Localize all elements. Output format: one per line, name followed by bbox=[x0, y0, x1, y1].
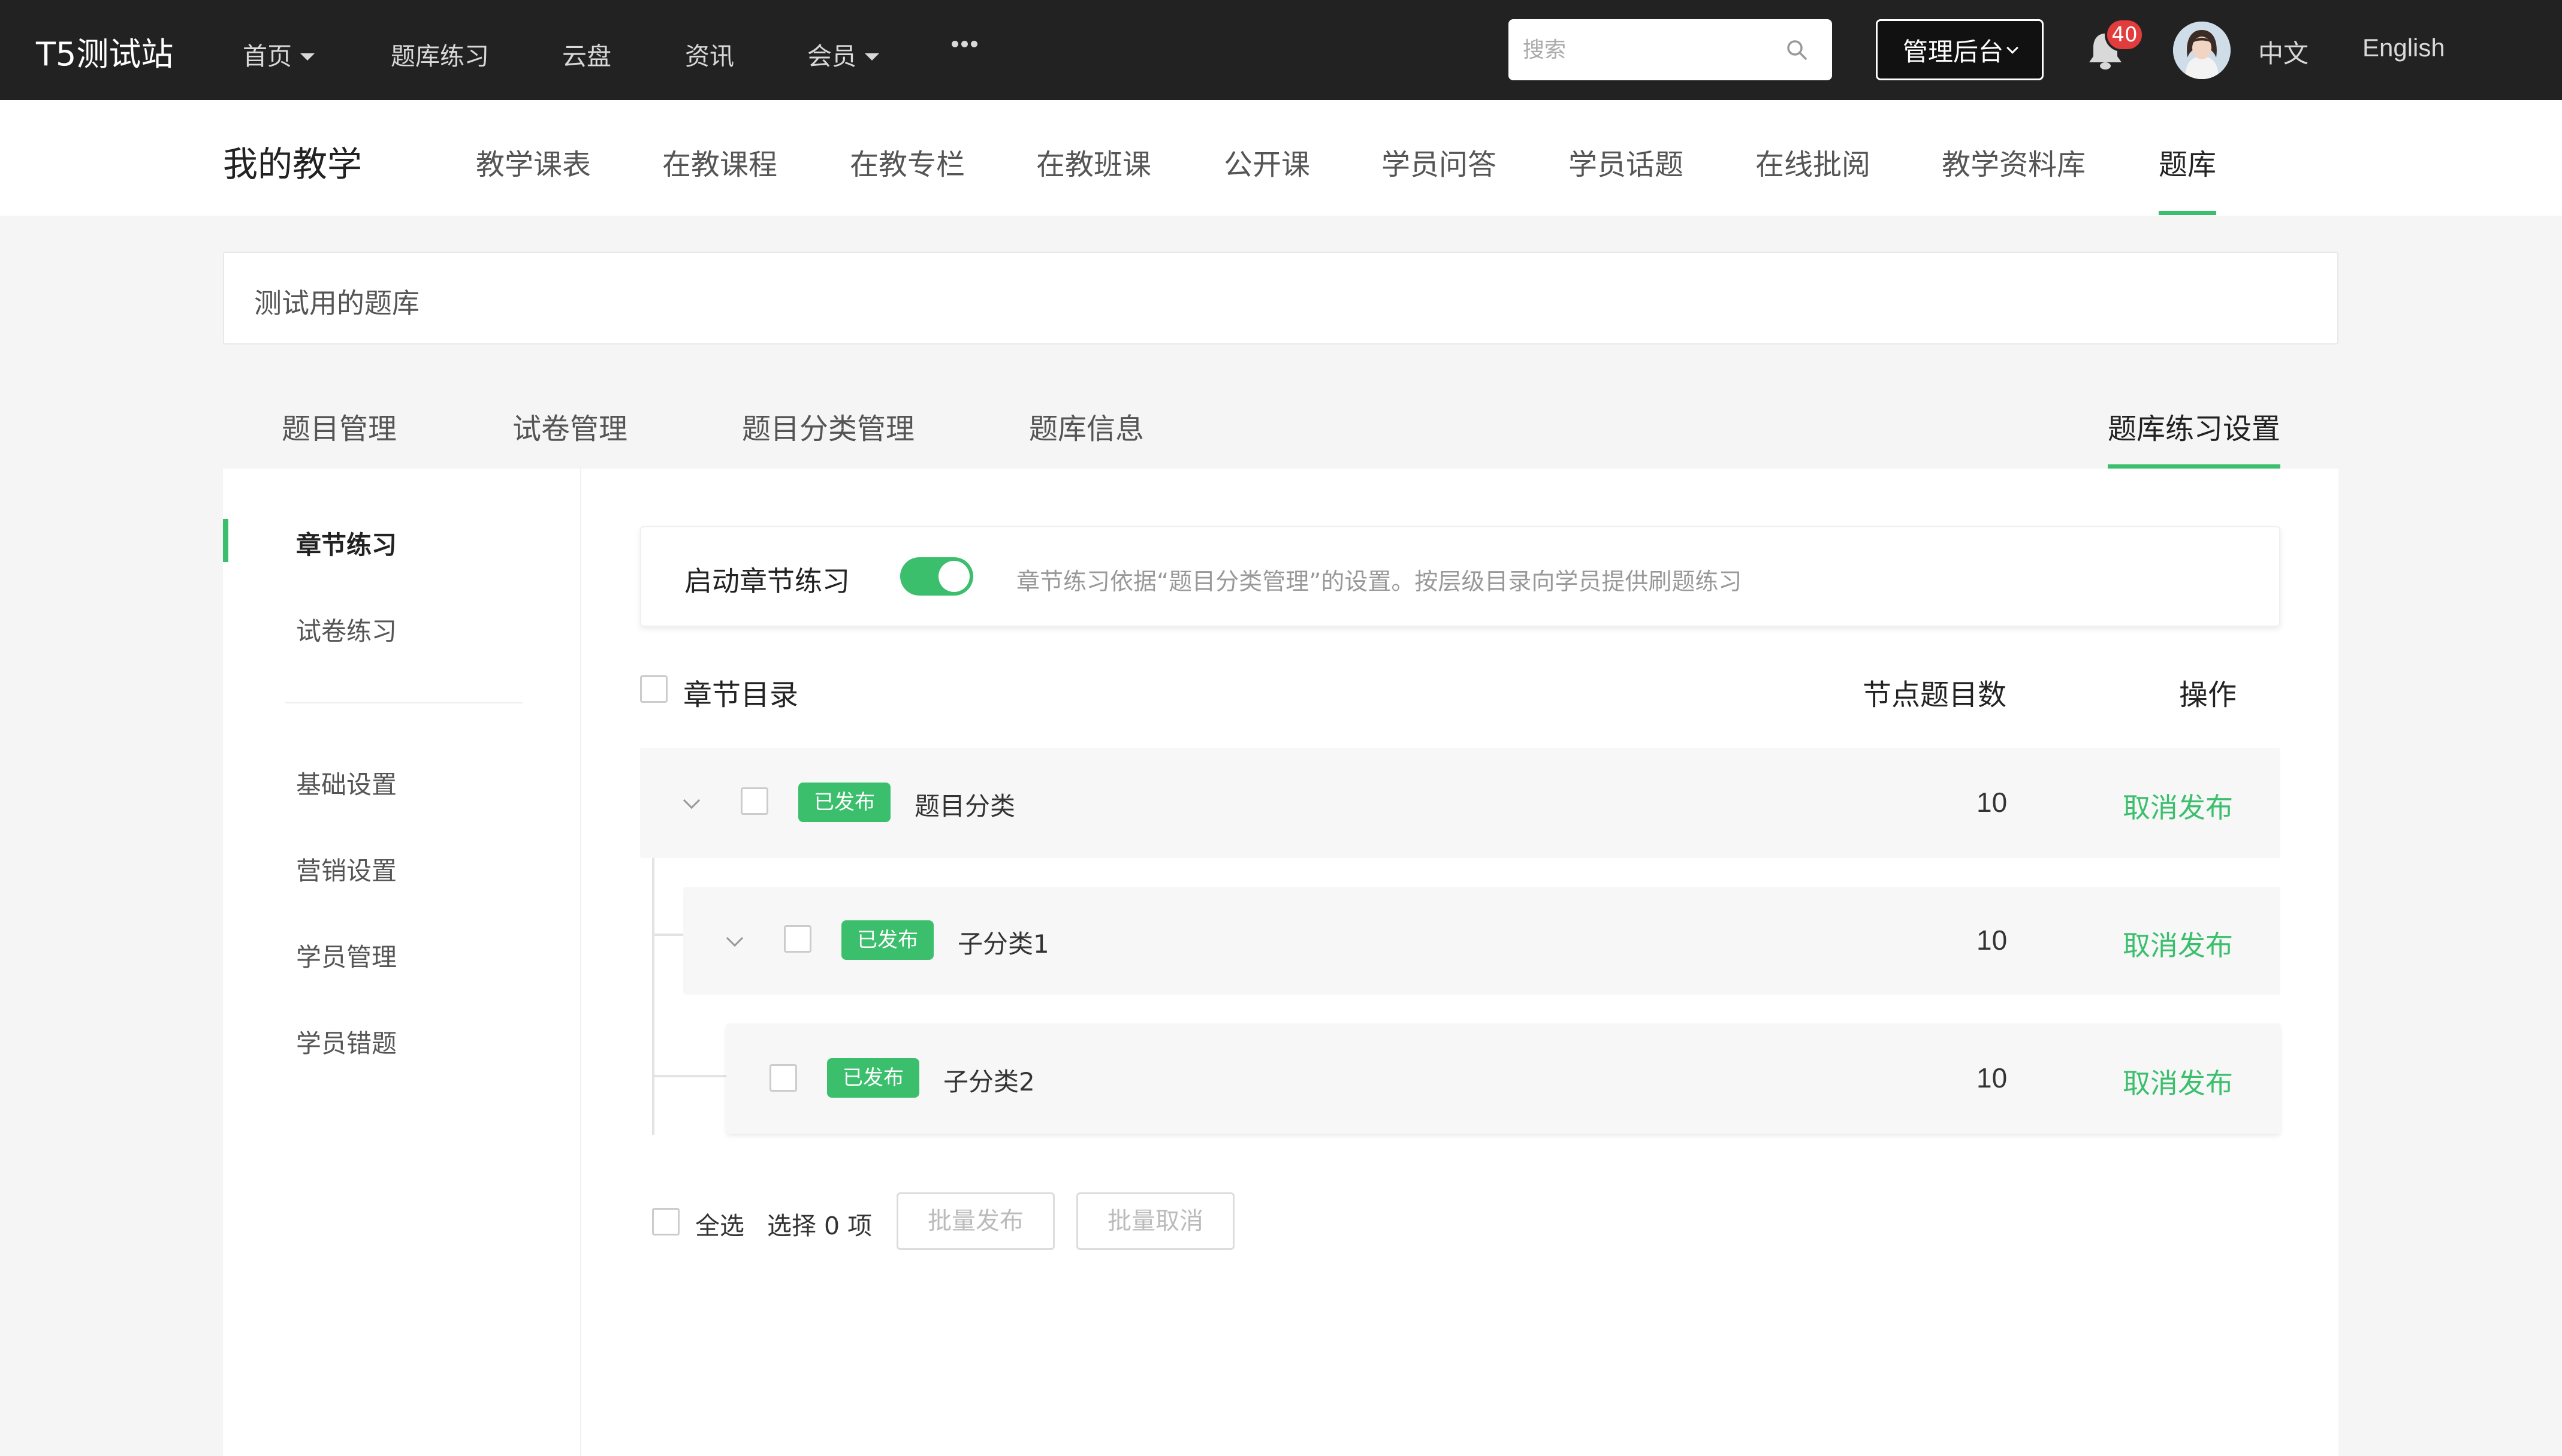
batch-cancel-button[interactable]: 批量取消 bbox=[1076, 1192, 1235, 1250]
sidebar-item-student-mistakes[interactable]: 学员错题 bbox=[296, 1023, 397, 1060]
unpublish-button[interactable]: 取消发布 bbox=[2123, 924, 2233, 963]
admin-dashboard-button[interactable]: 管理后台 bbox=[1876, 19, 2044, 80]
row-name: 子分类1 bbox=[958, 929, 1049, 959]
nav-membership[interactable]: 会员 bbox=[807, 36, 879, 72]
tab-practice-settings[interactable]: 题库练习设置 bbox=[2108, 405, 2280, 447]
tab-question-management[interactable]: 题目管理 bbox=[282, 405, 397, 447]
top-navbar: T5测试站 首页 题库练习 云盘 资讯 会员 管理后台 40 bbox=[0, 0, 2562, 100]
table-row: 已发布 题目分类 10 取消发布 bbox=[640, 748, 2280, 858]
row-count: 10 bbox=[1976, 925, 2008, 956]
chevron-down-icon[interactable] bbox=[726, 929, 744, 947]
tree-connector bbox=[652, 934, 683, 936]
nav-cloud-disk[interactable]: 云盘 bbox=[562, 36, 611, 72]
subnav-teaching-columns[interactable]: 在教专栏 bbox=[850, 141, 965, 183]
status-badge: 已发布 bbox=[827, 1058, 919, 1098]
sidebar-active-indicator bbox=[223, 519, 228, 562]
tab-category-management[interactable]: 题目分类管理 bbox=[742, 405, 915, 447]
chevron-down-icon bbox=[300, 53, 315, 61]
nav-cloud-disk-label: 云盘 bbox=[562, 42, 611, 71]
user-avatar-image bbox=[2173, 22, 2231, 79]
subnav-teaching-courses[interactable]: 在教课程 bbox=[662, 141, 777, 183]
question-bank-name: 测试用的题库 bbox=[254, 287, 420, 319]
sidebar-item-student-management[interactable]: 学员管理 bbox=[296, 937, 397, 974]
search-box bbox=[1508, 19, 1832, 80]
tree-connector bbox=[652, 858, 654, 1135]
subnav-online-review[interactable]: 在线批阅 bbox=[1755, 141, 1870, 183]
column-header-directory: 章节目录 bbox=[683, 678, 799, 712]
question-bank-header: 测试用的题库 bbox=[223, 252, 2338, 345]
subnav-student-topics[interactable]: 学员话题 bbox=[1568, 141, 1683, 183]
column-header-count: 节点题目数 bbox=[1863, 678, 2007, 712]
subnav-open-courses[interactable]: 公开课 bbox=[1224, 141, 1310, 183]
tab-active-indicator bbox=[2108, 464, 2280, 469]
admin-dashboard-label: 管理后台 bbox=[1902, 37, 2003, 67]
chevron-down-icon[interactable] bbox=[683, 792, 701, 809]
row-count: 10 bbox=[1976, 1062, 2008, 1093]
table-row: 已发布 子分类2 10 取消发布 bbox=[726, 1023, 2280, 1134]
nav-membership-label: 会员 bbox=[807, 42, 856, 71]
sidebar-item-chapter-practice[interactable]: 章节练习 bbox=[296, 525, 397, 561]
select-all-checkbox[interactable] bbox=[652, 1208, 680, 1236]
chapter-practice-description: 章节练习依据“题目分类管理”的设置。按层级目录向学员提供刷题练习 bbox=[1016, 569, 1742, 596]
lang-chinese[interactable]: 中文 bbox=[2258, 34, 2308, 70]
nav-news[interactable]: 资讯 bbox=[685, 36, 734, 72]
chapter-practice-switch[interactable] bbox=[900, 557, 973, 596]
row-name: 题目分类 bbox=[915, 792, 1016, 821]
nav-question-practice-label: 题库练习 bbox=[391, 42, 489, 71]
ellipsis-icon[interactable] bbox=[952, 38, 980, 56]
row-checkbox[interactable] bbox=[769, 1064, 797, 1092]
unpublish-button[interactable]: 取消发布 bbox=[2123, 1062, 2233, 1101]
selected-count-text: 选择 0 项 bbox=[767, 1212, 873, 1240]
status-badge: 已发布 bbox=[798, 783, 891, 822]
tab-bank-info[interactable]: 题库信息 bbox=[1029, 405, 1144, 447]
subnav-student-qa[interactable]: 学员问答 bbox=[1381, 141, 1496, 183]
site-brand[interactable]: T5测试站 bbox=[36, 28, 173, 75]
nav-home-label: 首页 bbox=[243, 42, 292, 71]
avatar[interactable] bbox=[2173, 22, 2231, 79]
chapter-practice-toggle-card: 启动章节练习 章节练习依据“题目分类管理”的设置。按层级目录向学员提供刷题练习 bbox=[640, 526, 2280, 627]
sidebar-separator bbox=[285, 702, 523, 703]
sidebar-item-paper-practice[interactable]: 试卷练习 bbox=[296, 611, 397, 648]
subnav-teaching-materials[interactable]: 教学资料库 bbox=[1942, 141, 2086, 183]
tab-paper-management[interactable]: 试卷管理 bbox=[512, 405, 627, 447]
row-name: 子分类2 bbox=[943, 1067, 1035, 1096]
status-badge: 已发布 bbox=[841, 920, 934, 960]
batch-publish-button[interactable]: 批量发布 bbox=[897, 1192, 1055, 1250]
teaching-subnav: 我的教学 教学课表 在教课程 在教专栏 在教班课 公开课 学员问答 学员话题 在… bbox=[0, 100, 2562, 216]
lang-english[interactable]: English bbox=[2362, 34, 2445, 62]
sidebar-divider bbox=[580, 469, 581, 1456]
table-row: 已发布 子分类1 10 取消发布 bbox=[683, 887, 2280, 995]
search-input[interactable] bbox=[1523, 32, 1775, 67]
subnav-active-indicator bbox=[2159, 211, 2216, 215]
header-select-checkbox[interactable] bbox=[640, 675, 668, 703]
switch-knob bbox=[939, 561, 970, 592]
search-icon[interactable] bbox=[1784, 37, 1810, 64]
sidebar-item-basic-settings[interactable]: 基础设置 bbox=[296, 765, 397, 801]
chevron-down-icon bbox=[2006, 42, 2018, 54]
row-count: 10 bbox=[1976, 787, 2008, 818]
nav-home[interactable]: 首页 bbox=[243, 36, 315, 72]
tree-connector bbox=[654, 1075, 726, 1077]
chapter-practice-toggle-label: 启动章节练习 bbox=[684, 565, 850, 597]
notification-badge: 40 bbox=[2105, 18, 2144, 52]
chevron-down-icon bbox=[865, 53, 879, 61]
subnav-teaching-schedule[interactable]: 教学课表 bbox=[476, 141, 591, 183]
column-header-action: 操作 bbox=[2179, 678, 2237, 712]
row-checkbox[interactable] bbox=[741, 787, 768, 815]
page-title: 我的教学 bbox=[223, 144, 363, 185]
nav-news-label: 资讯 bbox=[685, 42, 734, 71]
subnav-question-bank[interactable]: 题库 bbox=[2159, 141, 2216, 183]
subnav-teaching-classes[interactable]: 在教班课 bbox=[1036, 141, 1151, 183]
select-all-label[interactable]: 全选 bbox=[695, 1206, 744, 1241]
row-checkbox[interactable] bbox=[784, 925, 811, 953]
unpublish-button[interactable]: 取消发布 bbox=[2123, 786, 2233, 826]
nav-question-practice[interactable]: 题库练习 bbox=[391, 36, 489, 72]
sidebar-item-marketing-settings[interactable]: 营销设置 bbox=[296, 851, 397, 887]
